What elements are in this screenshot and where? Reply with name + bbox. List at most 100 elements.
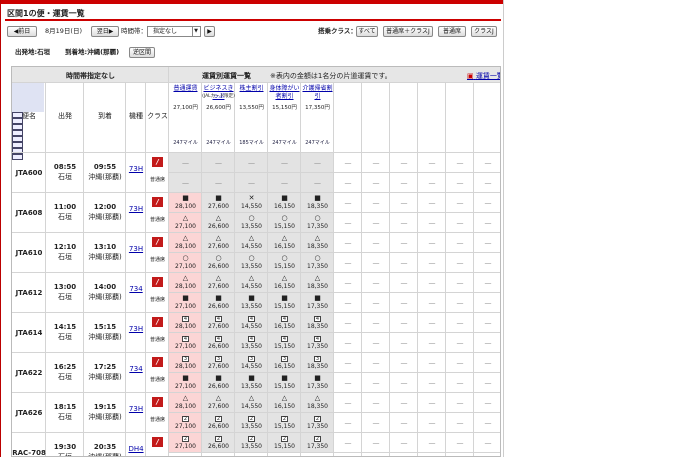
availability-mark: △ — [281, 394, 288, 402]
empty-dash: — — [372, 339, 380, 347]
arr-place: 沖縄(那覇) — [88, 413, 122, 421]
availability-mark: 4 — [182, 316, 189, 322]
aircraft-type-link[interactable]: 734 — [126, 365, 146, 373]
class-label: 搭乗クラス： — [318, 27, 357, 35]
class-label: 普通席 — [149, 177, 165, 183]
dep-place: 石垣 — [58, 293, 72, 301]
availability-mark: 2 — [248, 416, 255, 422]
availability-mark: 2 — [314, 436, 321, 442]
empty-dash: — — [372, 419, 380, 427]
col-header-4: クラス — [147, 112, 168, 120]
fare-price-3: 15,150円 — [272, 105, 297, 111]
type-cell — [126, 353, 146, 393]
page-frame: 区間1の便・運賃一覧 ◀前日 8月19日(日) 翌日▶ 時間帯： 指定なし ▼ ▶… — [0, 0, 504, 457]
fare-price: 15,150 — [274, 263, 295, 270]
fare-unavailable: — — [248, 159, 255, 167]
reverse-route-button[interactable]: 逆区間 — [129, 47, 155, 58]
flight-number: JTA622 — [15, 369, 43, 377]
aircraft-type-link[interactable]: 73H — [126, 405, 146, 413]
departure-label: 出発地:石垣 — [15, 48, 51, 56]
empty-dash: — — [400, 159, 408, 167]
fare-price: 18,350 — [307, 243, 328, 250]
arr-place: 沖縄(那覇) — [88, 253, 122, 261]
time-label: 時間帯： — [121, 27, 147, 35]
empty-dash: — — [428, 199, 436, 207]
dep-place: 石垣 — [58, 333, 72, 341]
fare-name-3[interactable]: 身体障がい者割引 — [268, 85, 301, 101]
empty-dash: — — [400, 299, 408, 307]
aircraft-type-link[interactable]: 734 — [126, 285, 146, 293]
fare-price: 26,600 — [208, 383, 229, 390]
flight-number: JTA626 — [15, 409, 43, 417]
fare-cell — [169, 453, 202, 456]
class-all-button[interactable]: すべて — [356, 26, 378, 37]
empty-dash: — — [484, 219, 492, 227]
fare-price: 17,350 — [307, 223, 328, 230]
empty-dash: — — [456, 359, 464, 367]
fare-price: 28,100 — [175, 203, 196, 210]
availability-mark: 4 — [281, 316, 288, 322]
flight-number: JTA600 — [15, 169, 43, 177]
fare-price: 17,350 — [307, 443, 328, 450]
fare-unavailable: — — [281, 159, 288, 167]
availability-mark: △ — [182, 214, 189, 222]
fare-price: 14,550 — [241, 323, 262, 330]
availability-mark: △ — [182, 234, 189, 242]
class-j-button[interactable]: クラスJ — [471, 26, 497, 37]
availability-mark: 4 — [314, 316, 321, 322]
empty-dash: — — [400, 279, 408, 287]
fare-price: 27,600 — [208, 323, 229, 330]
aircraft-type-link[interactable]: 73H — [126, 245, 146, 253]
empty-dash: — — [372, 399, 380, 407]
fare-price: 28,100 — [175, 363, 196, 370]
availability-mark: △ — [314, 394, 321, 402]
empty-dash: — — [456, 259, 464, 267]
time-go-button[interactable]: ▶ — [204, 26, 215, 37]
fare-name-4[interactable]: 介護帰省割引 — [301, 85, 334, 101]
fare-price: 26,600 — [208, 343, 229, 350]
empty-dash: — — [344, 359, 352, 367]
aircraft-type-link[interactable]: 73H — [126, 325, 146, 333]
fare-name-2[interactable]: 株主割引 — [235, 85, 268, 93]
aircraft-type-link[interactable]: DH4 — [126, 445, 146, 453]
class-economy-button[interactable]: 普通席 — [438, 26, 466, 37]
fare-price: 15,150 — [274, 383, 295, 390]
fare-cell — [202, 453, 235, 456]
prev-day-button[interactable]: ◀前日 — [7, 26, 37, 37]
class-label: 普通席 — [149, 257, 165, 263]
fare-price: 16,150 — [274, 243, 295, 250]
empty-dash: — — [456, 219, 464, 227]
arr-time: 20:35 — [93, 443, 117, 451]
fare-price: 15,150 — [274, 423, 295, 430]
availability-mark: 3 — [314, 356, 321, 362]
fare-price: 26,600 — [208, 303, 229, 310]
empty-header-cell — [418, 83, 446, 153]
fare-price: 27,600 — [208, 203, 229, 210]
jal-logo-icon: / — [152, 237, 163, 247]
class-economy-j-button[interactable]: 普通席＋クラスJ — [383, 26, 433, 37]
dep-place: 石垣 — [58, 453, 72, 457]
empty-header-cell — [446, 83, 474, 153]
fare-price-1: 26,600円 — [206, 105, 231, 111]
fare-name-0[interactable]: 普通運賃 — [169, 85, 202, 93]
fare-list-link[interactable]: ▣ 運賃一覧 — [467, 71, 500, 81]
fare-cell — [235, 453, 268, 456]
fare-price: 16,150 — [274, 363, 295, 370]
availability-mark: ■ — [281, 194, 288, 202]
availability-mark: 4 — [182, 336, 189, 342]
availability-mark: ■ — [182, 194, 189, 202]
empty-dash: — — [344, 439, 352, 447]
time-select[interactable]: 指定なし ▼ — [147, 26, 201, 37]
empty-dash: — — [484, 439, 492, 447]
fare-cell — [268, 453, 301, 456]
availability-mark: 2 — [215, 416, 222, 422]
dep-time: 18:15 — [53, 403, 77, 411]
aircraft-type-link[interactable]: 73H — [126, 205, 146, 213]
availability-mark: 3 — [248, 356, 255, 362]
availability-mark: ○ — [281, 254, 288, 262]
arr-place: 沖縄(那覇) — [88, 213, 122, 221]
type-cell — [126, 313, 146, 353]
aircraft-type-link[interactable]: 73H — [126, 165, 146, 173]
next-day-button[interactable]: 翌日▶ — [91, 26, 119, 37]
fare-price: 14,550 — [241, 243, 262, 250]
